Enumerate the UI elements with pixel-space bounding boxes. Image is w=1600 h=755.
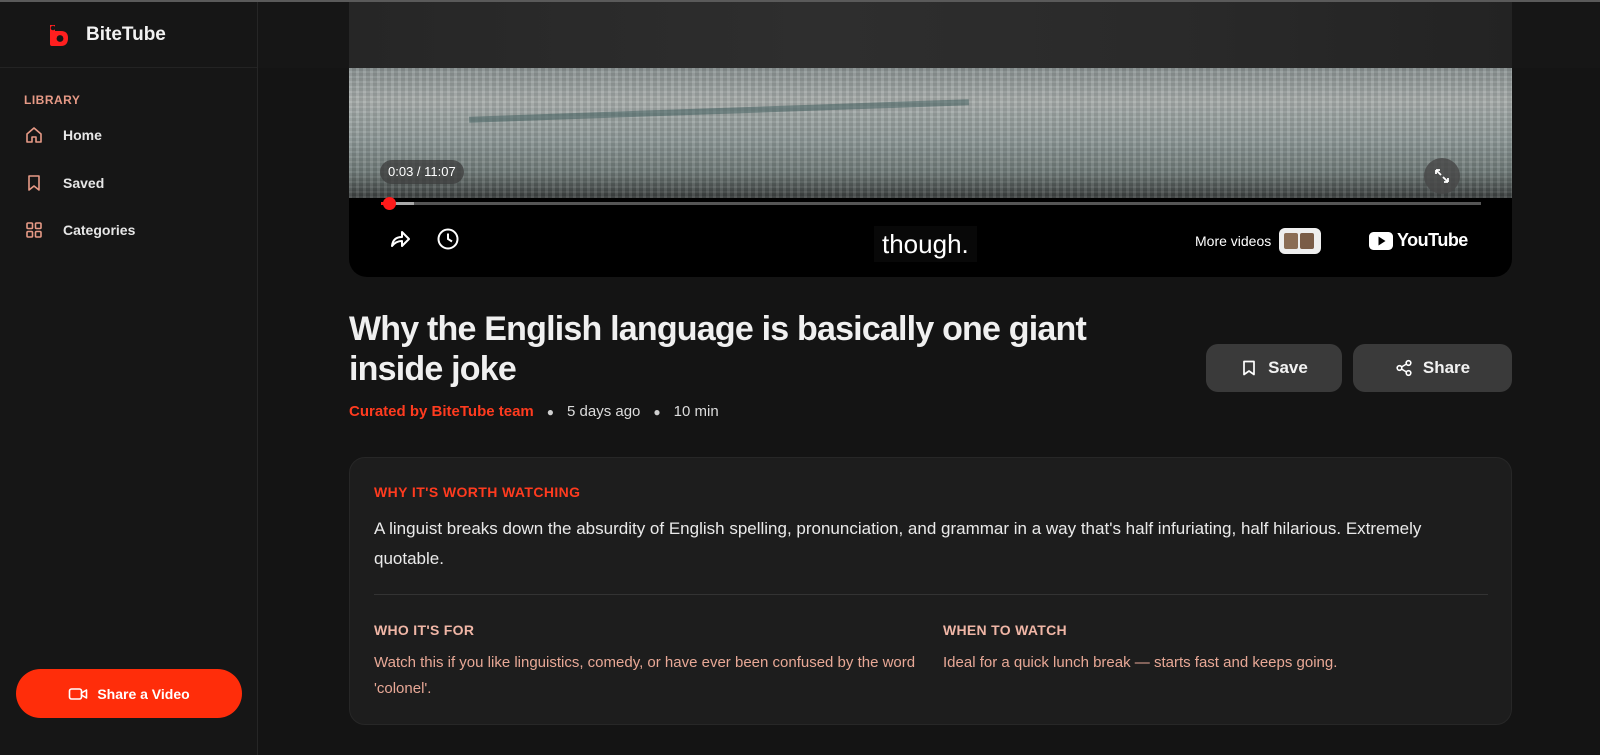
video-player[interactable]: 0:03 / 11:07 though. More videos YouTube (349, 68, 1512, 277)
sidebar-item-label: Home (63, 127, 102, 143)
brand[interactable]: BiteTube (0, 2, 257, 68)
why-watch-heading: WHY IT'S WORTH WATCHING (374, 484, 581, 500)
video-frame-top (349, 2, 1512, 68)
sidebar: BiteTube LIBRARY Home Saved Categories S… (0, 2, 258, 755)
video-meta: Curated by BiteTube team ● 5 days ago ● … (349, 403, 719, 420)
more-videos-button[interactable]: More videos (1195, 228, 1322, 254)
why-watch-text: A linguist breaks down the absurdity of … (374, 519, 1422, 568)
video-camera-icon (69, 687, 88, 700)
bookmark-icon (1243, 360, 1255, 376)
meta-separator: ● (546, 404, 555, 419)
share-arrow-icon (391, 231, 410, 247)
more-videos-label: More videos (1195, 233, 1272, 249)
time-display: 0:03 / 11:07 (380, 160, 464, 184)
progress-scrubber[interactable] (383, 197, 396, 210)
brand-name: BiteTube (86, 23, 166, 45)
when-to-watch-text: Ideal for a quick lunch break — starts f… (943, 654, 1338, 671)
video-duration: 10 min (673, 403, 719, 420)
more-videos-thumbnail (1279, 228, 1322, 254)
share-a-video-button[interactable]: Share a Video (16, 669, 242, 718)
watch-later-button[interactable] (435, 226, 461, 252)
save-button[interactable]: Save (1206, 344, 1342, 392)
video-frame[interactable]: 0:03 / 11:07 (349, 68, 1512, 198)
divider (374, 594, 1488, 595)
curator-label: Curated by BiteTube team (349, 403, 534, 420)
meta-separator: ● (653, 404, 661, 419)
share-video-button[interactable]: Share (1353, 344, 1512, 392)
subtitle-caption: though. (874, 226, 977, 262)
upload-age: 5 days ago (567, 403, 641, 420)
who-for-heading: WHO IT'S FOR (374, 622, 475, 638)
share-a-video-label: Share a Video (97, 685, 190, 702)
youtube-play-icon (1369, 231, 1393, 250)
video-details-card: WHY IT'S WORTH WATCHING A linguist break… (349, 457, 1512, 725)
clock-icon (437, 228, 459, 250)
bitetube-logo-icon (50, 24, 68, 46)
youtube-logo-link[interactable]: YouTube (1369, 230, 1468, 251)
who-for-text: Watch this if you like linguistics, come… (374, 654, 916, 697)
video-title: Why the English language is basically on… (349, 310, 1087, 388)
progress-bar[interactable] (381, 197, 1481, 210)
fullscreen-icon (1435, 169, 1449, 183)
bookmark-icon (28, 175, 40, 191)
home-icon (26, 127, 42, 143)
video-texture (349, 68, 1512, 198)
sidebar-item-saved[interactable]: Saved (24, 169, 104, 197)
sidebar-item-home[interactable]: Home (24, 121, 102, 149)
share-button[interactable] (387, 226, 413, 252)
youtube-wordmark: YouTube (1397, 230, 1468, 250)
sidebar-item-categories[interactable]: Categories (24, 216, 135, 244)
grid-icon (26, 222, 42, 238)
when-to-watch-heading: WHEN TO WATCH (943, 622, 1067, 638)
sidebar-item-label: Categories (63, 222, 136, 238)
library-section-title: LIBRARY (24, 93, 81, 107)
share-icon (1396, 359, 1412, 377)
save-label: Save (1268, 358, 1308, 377)
fullscreen-button[interactable] (1424, 158, 1460, 194)
share-label: Share (1422, 358, 1471, 377)
sidebar-item-label: Saved (63, 175, 105, 191)
